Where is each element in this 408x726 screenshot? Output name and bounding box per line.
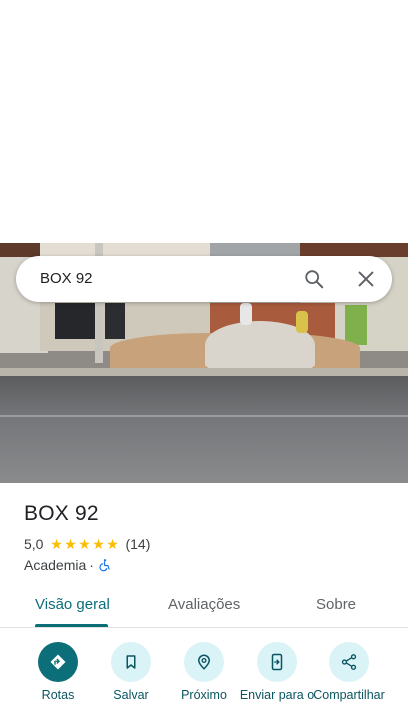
directions-circle[interactable] — [38, 642, 78, 682]
nearby-icon — [197, 654, 211, 670]
share-circle[interactable] — [329, 642, 369, 682]
directions-icon — [50, 654, 66, 670]
send-to-phone-label: Enviar para o — [239, 688, 315, 702]
review-count[interactable]: (14) — [125, 536, 150, 552]
send-to-phone-icon — [271, 653, 283, 671]
tab-about[interactable]: Sobre — [316, 596, 356, 613]
separator-dot: · — [89, 557, 94, 573]
star-rating: ★ ★ ★ ★ ★ — [49, 537, 119, 551]
share-button[interactable]: Compartilhar — [309, 642, 389, 703]
star-icon: ★ — [106, 536, 119, 552]
share-label: Compartilhar — [313, 688, 385, 702]
nearby-circle[interactable] — [184, 642, 224, 682]
star-icon: ★ — [50, 536, 63, 552]
directions-label: Rotas — [41, 688, 75, 702]
place-category: Academia — [24, 557, 87, 573]
search-bar[interactable]: BOX 92 — [16, 256, 392, 302]
place-title: BOX 92 — [24, 502, 99, 525]
save-circle[interactable] — [111, 642, 151, 682]
bookmark-icon — [126, 655, 136, 669]
map-area[interactable] — [0, 0, 408, 243]
close-icon[interactable] — [355, 268, 377, 290]
star-icon: ★ — [78, 536, 91, 552]
share-icon — [341, 654, 357, 670]
tab-reviews[interactable]: Avaliações — [168, 596, 240, 613]
directions-button[interactable]: Rotas — [18, 642, 98, 703]
tab-overview[interactable]: Visão geral — [35, 596, 110, 613]
active-tab-indicator — [35, 624, 108, 627]
save-label: Salvar — [113, 688, 149, 702]
category-row: Academia · — [24, 557, 112, 573]
nearby-button[interactable]: Próximo — [164, 642, 244, 703]
search-input[interactable]: BOX 92 — [40, 270, 93, 287]
send-to-phone-circle[interactable] — [257, 642, 297, 682]
nearby-label: Próximo — [181, 688, 227, 702]
tab-bar: Visão geral Avaliações Sobre — [0, 582, 408, 628]
rating-value: 5,0 — [24, 536, 44, 552]
star-icon: ★ — [64, 536, 77, 552]
send-to-phone-button[interactable]: Enviar para o — [237, 642, 317, 703]
wheelchair-icon — [99, 559, 110, 572]
save-button[interactable]: Salvar — [91, 642, 171, 703]
search-icon[interactable] — [303, 268, 325, 290]
star-icon: ★ — [92, 536, 105, 552]
rating-row[interactable]: 5,0 ★ ★ ★ ★ ★ (14) — [24, 536, 150, 552]
